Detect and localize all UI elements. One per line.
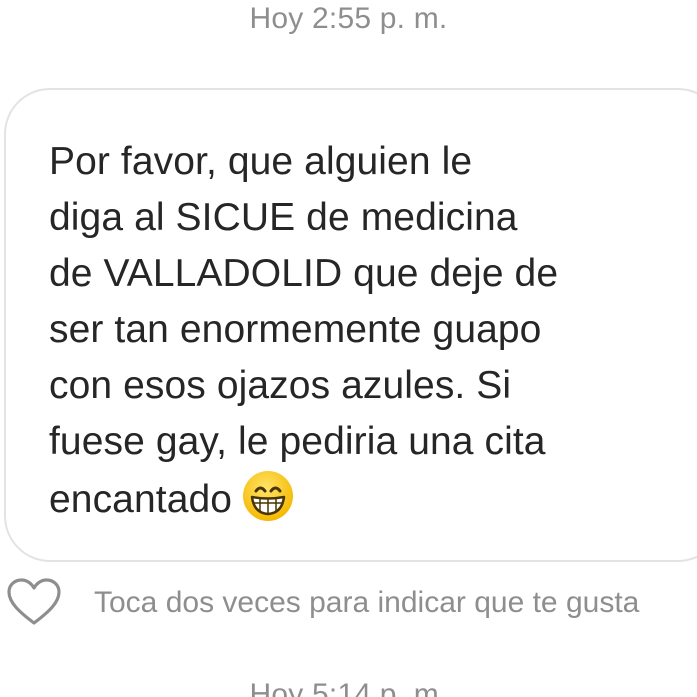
message-body: Por favor, que alguien le diga al SICUE … xyxy=(49,134,689,528)
chat-screen: Hoy 2:55 p. m. Por favor, que alguien le… xyxy=(0,0,697,697)
grinning-emoji-icon xyxy=(242,470,294,522)
message-text: Por favor, que alguien le diga al SICUE … xyxy=(49,140,559,521)
message-timestamp: Hoy 2:55 p. m. xyxy=(249,2,448,35)
next-message-timestamp: Hoy 5:14 p. m. xyxy=(249,678,448,697)
like-row: Toca dos veces para indicar que te gusta xyxy=(0,574,697,630)
heart-outline-icon[interactable] xyxy=(6,577,62,627)
like-hint-text: Toca dos veces para indicar que te gusta xyxy=(94,586,640,619)
